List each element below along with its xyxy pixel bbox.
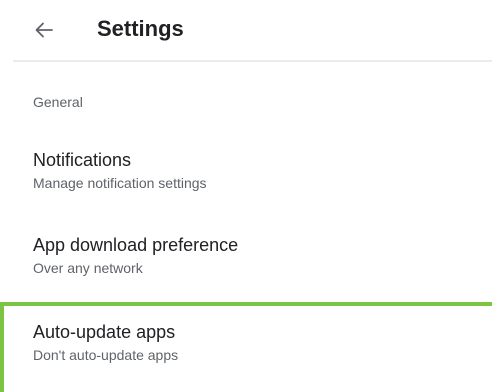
- setting-title: App download preference: [33, 235, 239, 255]
- setting-title: Auto-update apps: [33, 322, 176, 342]
- arrow-back-icon: [35, 22, 53, 38]
- setting-subtitle: Don't auto-update apps: [33, 347, 179, 363]
- setting-app-download-preference[interactable]: App download preference Over any network: [0, 225, 492, 285]
- setting-subtitle: Manage notification settings: [33, 175, 207, 191]
- header-divider: [13, 60, 492, 62]
- app-bar: Settings: [0, 0, 492, 60]
- setting-notifications[interactable]: Notifications Manage notification settin…: [0, 140, 492, 200]
- setting-subtitle: Over any network: [33, 260, 143, 276]
- setting-auto-update-apps[interactable]: Auto-update apps Don't auto-update apps: [0, 302, 492, 392]
- settings-screen: Settings General Notifications Manage no…: [0, 0, 492, 392]
- section-header-general: General: [33, 94, 83, 110]
- back-button[interactable]: [28, 14, 60, 46]
- page-title: Settings: [97, 16, 184, 41]
- setting-title: Notifications: [33, 150, 132, 170]
